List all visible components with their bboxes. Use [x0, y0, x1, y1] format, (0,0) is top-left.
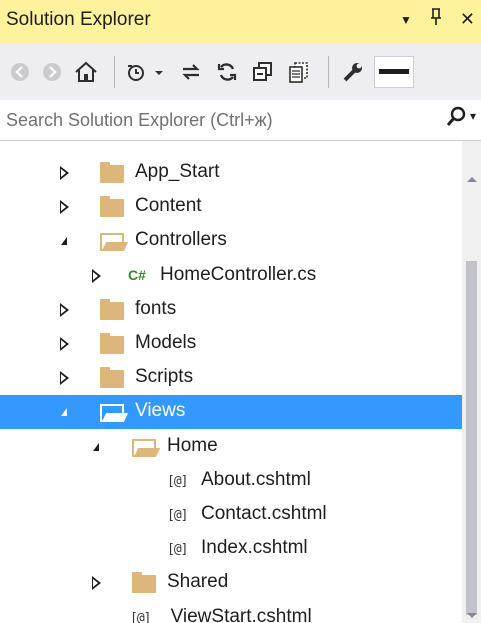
folder-icon — [132, 572, 156, 594]
tree-item[interactable]: [@] _ViewStart.cshtml — [0, 601, 462, 623]
folder-open-icon — [100, 233, 124, 252]
folder-open-icon — [100, 404, 124, 423]
expand-arrow-icon[interactable] — [56, 163, 72, 183]
tree-item-label: Views — [135, 400, 186, 422]
tree-item-label: Controllers — [135, 229, 227, 251]
pending-changes-filter-icon[interactable] — [124, 54, 170, 90]
scroll-up-arrow-icon[interactable] — [467, 177, 477, 182]
tree-item[interactable]: fonts — [0, 293, 462, 327]
cshtml-file-icon: [@] — [167, 508, 189, 523]
forward-icon[interactable] — [40, 54, 64, 90]
window-controls: ▼ ✕ — [400, 8, 475, 31]
tree-item-label: Models — [135, 332, 197, 353]
search-options-dropdown-icon[interactable]: ▾ — [470, 109, 476, 123]
tree-item[interactable]: Home — [0, 430, 462, 464]
collapse-arrow-icon[interactable] — [56, 402, 72, 422]
cshtml-file-icon: [@] — [167, 542, 189, 558]
tree-item-label: Content — [135, 195, 202, 217]
tree-item-label: Contact.cshtml — [201, 503, 327, 524]
tree-item-label: _ViewStart.cshtml — [160, 605, 312, 623]
csharp-file-icon: C# — [128, 266, 146, 283]
expand-arrow-icon[interactable] — [56, 197, 72, 217]
auto-hide-pin-icon[interactable] — [430, 8, 442, 31]
collapse-arrow-icon[interactable] — [88, 437, 104, 457]
tree-item-label: fonts — [135, 297, 177, 319]
solution-tree: App_Start Content Controllers C# HomeControl… — [0, 141, 462, 623]
show-all-files-icon[interactable] — [284, 54, 314, 90]
back-icon[interactable] — [8, 54, 32, 90]
tree-item[interactable]: [@] Contact.cshtml — [0, 498, 462, 532]
tree-item[interactable]: Models — [0, 327, 462, 361]
tree-item-label: Home — [167, 434, 218, 456]
tree-item[interactable]: Controllers — [0, 224, 462, 258]
scroll-thumb[interactable] — [466, 261, 477, 615]
tree-item[interactable]: [@] About.cshtml — [0, 464, 462, 498]
tree-item-label: Index.cshtml — [201, 537, 308, 559]
collapse-all-icon[interactable] — [248, 54, 278, 90]
tree-item-label: About.cshtml — [201, 468, 311, 490]
cshtml-file-icon: [@] — [130, 610, 152, 623]
window-position-dropdown-icon[interactable]: ▼ — [400, 13, 412, 27]
toolbar-separator — [114, 56, 115, 88]
tree-item[interactable]: Shared — [0, 566, 462, 600]
cshtml-file-icon: [@] — [167, 473, 189, 489]
tree-item-label: Scripts — [135, 366, 194, 388]
expand-arrow-icon[interactable] — [56, 334, 72, 354]
expand-arrow-icon[interactable] — [56, 300, 72, 320]
folder-icon — [100, 333, 124, 354]
collapse-arrow-icon[interactable] — [56, 231, 72, 251]
sync-with-active-document-icon[interactable] — [176, 54, 206, 90]
folder-icon — [100, 196, 124, 218]
tree-item[interactable]: C# HomeController.cs — [0, 259, 462, 293]
preview-selected-items-icon[interactable] — [374, 56, 414, 88]
expand-arrow-icon[interactable] — [88, 573, 104, 593]
tree-item[interactable]: App_Start — [0, 156, 462, 190]
tree-item[interactable]: Scripts — [0, 361, 462, 395]
home-icon[interactable] — [72, 54, 100, 90]
tree-item[interactable]: [@] Index.cshtml — [0, 532, 462, 566]
folder-icon — [100, 162, 124, 183]
tree-item-label: Shared — [167, 571, 229, 593]
tree-item[interactable]: Content — [0, 190, 462, 224]
vertical-scrollbar[interactable] — [462, 141, 481, 623]
expand-arrow-icon[interactable] — [56, 368, 72, 388]
tree-item-label: HomeController.cs — [160, 263, 317, 285]
search-input[interactable] — [0, 100, 436, 140]
title-bar: Solution Explorer ▼ ✕ — [0, 0, 481, 44]
search-bar: ▾ — [0, 100, 481, 141]
tree-item[interactable]: Views — [0, 395, 462, 430]
folder-icon — [100, 367, 124, 389]
toolbar-separator — [328, 56, 329, 88]
folder-icon — [100, 298, 124, 320]
scroll-down-arrow-icon[interactable] — [467, 613, 477, 618]
panel-title: Solution Explorer — [6, 9, 151, 30]
refresh-icon[interactable] — [212, 54, 242, 90]
properties-wrench-icon[interactable] — [338, 54, 368, 90]
search-icon[interactable] — [446, 106, 466, 134]
close-icon[interactable]: ✕ — [460, 9, 475, 30]
expand-arrow-icon[interactable] — [88, 266, 104, 286]
tree-item-label: App_Start — [135, 161, 220, 182]
folder-open-icon — [132, 438, 156, 457]
toolbar — [0, 44, 481, 101]
